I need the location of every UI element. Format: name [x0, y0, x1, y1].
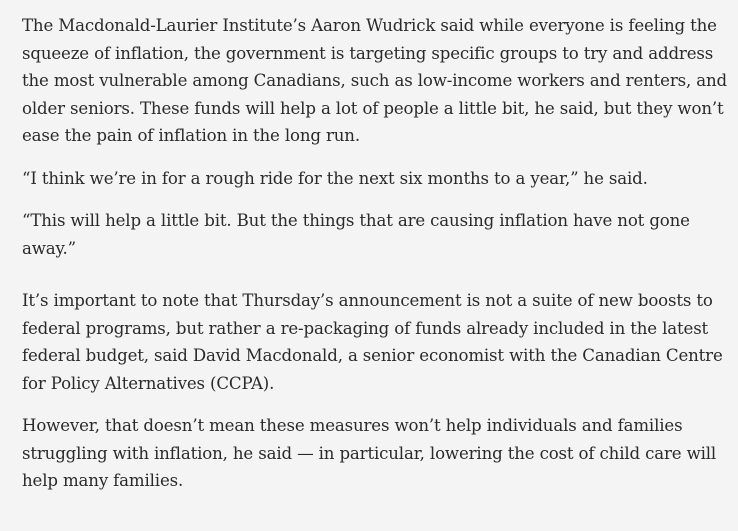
paragraph-wudrick-quote: The Macdonald-Laurier Institute’s Aaron … — [22, 16, 727, 145]
article-body: The Macdonald-Laurier Institute’s Aaron … — [22, 12, 738, 495]
paragraph-help-little: “This will help a little bit. But the th… — [22, 211, 690, 258]
paragraph-child-care: However, that doesn’t mean these measure… — [22, 416, 717, 490]
paragraph-repackaging: It’s important to note that Thursday’s a… — [22, 291, 723, 393]
paragraph-rough-ride: “I think we’re in for a rough ride for t… — [22, 168, 648, 188]
